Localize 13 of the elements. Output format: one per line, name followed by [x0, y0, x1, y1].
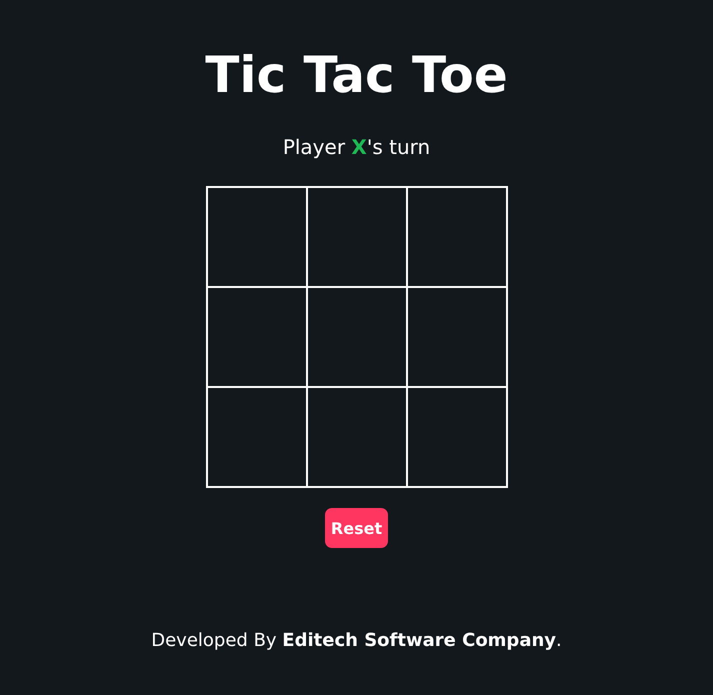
board-cell[interactable] [206, 187, 306, 287]
board-cell[interactable] [206, 387, 306, 487]
board-cell[interactable] [306, 187, 406, 287]
board-cell[interactable] [306, 387, 406, 487]
board-cell[interactable] [406, 187, 506, 287]
board-cell[interactable] [206, 287, 306, 387]
board-cell[interactable] [406, 387, 506, 487]
reset-button[interactable]: Reset [325, 508, 388, 548]
game-title: Tic Tac Toe [205, 45, 508, 106]
board-cell[interactable] [406, 287, 506, 387]
board-cell[interactable] [306, 287, 406, 387]
developer-credit: Developed By Editech Software Company. [151, 630, 562, 651]
turn-status: Player X's turn [282, 134, 430, 161]
